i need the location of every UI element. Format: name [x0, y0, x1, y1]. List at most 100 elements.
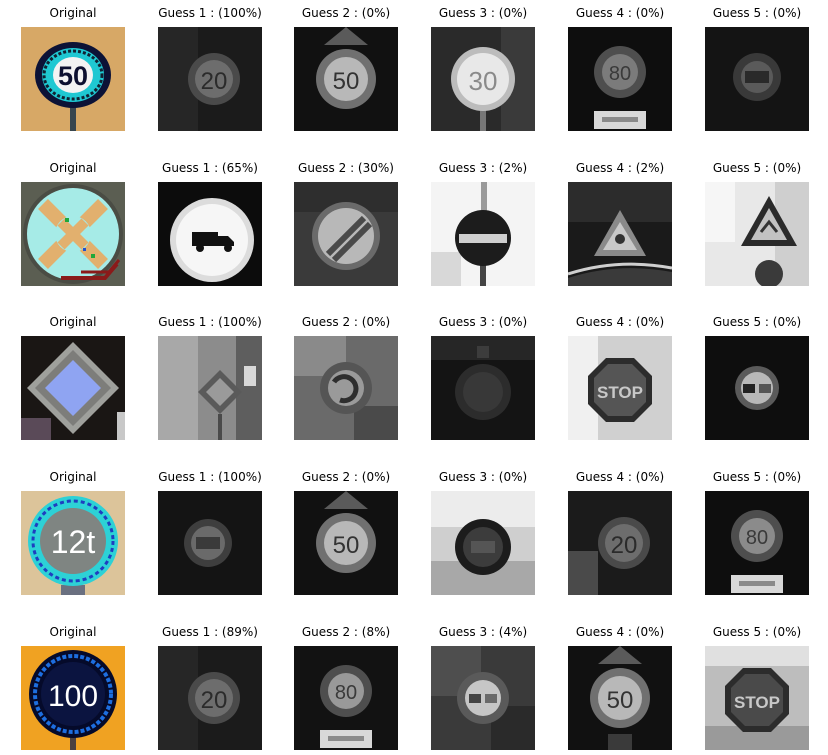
- guess-image: STOP: [705, 646, 809, 750]
- guess-title: Guess 5 : (0%): [712, 315, 802, 329]
- guess-title: Guess 3 : (0%): [438, 6, 528, 20]
- no-overtaking-sign-icon: [705, 336, 809, 440]
- original-title: Original: [49, 625, 97, 639]
- priority-road-sign-icon: [21, 336, 125, 440]
- svg-text:50: 50: [607, 687, 634, 714]
- guess-image: [431, 336, 535, 440]
- guess-title: Guess 2 : (0%): [301, 470, 391, 484]
- guess-title: Guess 4 : (0%): [575, 315, 665, 329]
- original-title: Original: [49, 6, 97, 20]
- guess-image: 50: [294, 27, 398, 131]
- guess-title: Guess 4 : (0%): [575, 625, 665, 639]
- guess-image: 20: [158, 27, 262, 131]
- guess-image: [568, 182, 672, 286]
- guess-title: Guess 3 : (4%): [438, 625, 528, 639]
- guess-title: Guess 1 : (89%): [162, 625, 258, 639]
- guess-image: 80: [294, 646, 398, 750]
- guess-image: [705, 27, 809, 131]
- guess-image: [158, 182, 262, 286]
- guess-image: 20: [158, 646, 262, 750]
- speed-limit-sign-icon: 20: [568, 491, 672, 595]
- end-of-restriction-sign-icon: [294, 182, 398, 286]
- svg-text:STOP: STOP: [597, 383, 643, 402]
- speed-limit-sign-icon: 80: [568, 27, 672, 131]
- original-image: 12t: [21, 491, 125, 595]
- no-entry-sign-icon: [431, 182, 535, 286]
- guess-image: 80: [568, 27, 672, 131]
- guess-title: Guess 5 : (0%): [712, 161, 802, 175]
- guess-title: Guess 4 : (0%): [575, 470, 665, 484]
- guess-image: [705, 182, 809, 286]
- guess-title: Guess 4 : (0%): [575, 6, 665, 20]
- original-image: [21, 182, 125, 286]
- svg-text:20: 20: [201, 68, 228, 95]
- speed-limit-sign-icon: 80: [705, 491, 809, 595]
- guess-image: [294, 182, 398, 286]
- svg-text:30: 30: [469, 66, 498, 96]
- guess-title: Guess 3 : (0%): [438, 470, 528, 484]
- round-sign-icon: [158, 491, 262, 595]
- guess-title: Guess 2 : (30%): [298, 161, 394, 175]
- svg-text:100: 100: [48, 680, 98, 713]
- guess-image: STOP: [568, 336, 672, 440]
- no-stopping-sign-icon: [21, 182, 125, 286]
- svg-text:STOP: STOP: [734, 693, 780, 712]
- speed-limit-sign-icon: 80: [294, 646, 398, 750]
- svg-text:20: 20: [201, 687, 228, 714]
- speed-limit-50-sign-icon: 50: [21, 27, 125, 131]
- guess-title: Guess 3 : (0%): [438, 315, 528, 329]
- original-image: [21, 336, 125, 440]
- guess-title: Guess 4 : (2%): [575, 161, 665, 175]
- round-sign-icon: [431, 336, 535, 440]
- svg-text:50: 50: [333, 532, 360, 559]
- speed-limit-sign-icon: 20: [158, 646, 262, 750]
- guess-image: [705, 336, 809, 440]
- guess-title: Guess 2 : (0%): [301, 6, 391, 20]
- no-overtaking-sign-icon: [431, 646, 535, 750]
- guess-image: 50: [294, 491, 398, 595]
- svg-text:50: 50: [58, 61, 88, 91]
- guess-image: 50: [568, 646, 672, 750]
- speed-limit-sign-icon: [705, 27, 809, 131]
- guess-title: Guess 5 : (0%): [712, 470, 802, 484]
- original-image: 50: [21, 27, 125, 131]
- priority-road-sign-icon: [158, 336, 262, 440]
- svg-text:20: 20: [611, 532, 638, 559]
- speed-limit-sign-icon: 50: [294, 491, 398, 595]
- guess-image: 80: [705, 491, 809, 595]
- guess-title: Guess 2 : (0%): [301, 315, 391, 329]
- guess-image: [431, 491, 535, 595]
- guess-image: [294, 336, 398, 440]
- speed-limit-sign-icon: 30: [431, 27, 535, 131]
- guess-title: Guess 1 : (65%): [162, 161, 258, 175]
- guess-image: 30: [431, 27, 535, 131]
- warning-triangle-sign-icon: [705, 182, 809, 286]
- warning-triangle-sign-icon: [568, 182, 672, 286]
- guess-title: Guess 5 : (0%): [712, 6, 802, 20]
- round-sign-icon: [431, 491, 535, 595]
- svg-text:50: 50: [333, 68, 360, 95]
- speed-limit-sign-icon: 50: [294, 27, 398, 131]
- guess-image: 20: [568, 491, 672, 595]
- stop-sign-icon: STOP: [705, 646, 809, 750]
- guess-image: [431, 182, 535, 286]
- guess-title: Guess 1 : (100%): [158, 6, 262, 20]
- svg-text:12t: 12t: [51, 524, 96, 560]
- svg-text:80: 80: [746, 527, 768, 549]
- roundabout-sign-icon: [294, 336, 398, 440]
- guess-image: [158, 336, 262, 440]
- weight-limit-sign-icon: 12t: [21, 491, 125, 595]
- guess-image: [431, 646, 535, 750]
- speed-limit-sign-icon: 50: [568, 646, 672, 750]
- guess-title: Guess 3 : (2%): [438, 161, 528, 175]
- original-title: Original: [49, 470, 97, 484]
- stop-sign-icon: STOP: [568, 336, 672, 440]
- guess-title: Guess 2 : (8%): [301, 625, 391, 639]
- speed-limit-sign-icon: 20: [158, 27, 262, 131]
- svg-text:80: 80: [335, 682, 357, 704]
- no-trucks-sign-icon: [158, 182, 262, 286]
- original-title: Original: [49, 161, 97, 175]
- guess-title: Guess 1 : (100%): [158, 315, 262, 329]
- speed-limit-100-sign-icon: 100: [21, 646, 125, 750]
- guess-image: [158, 491, 262, 595]
